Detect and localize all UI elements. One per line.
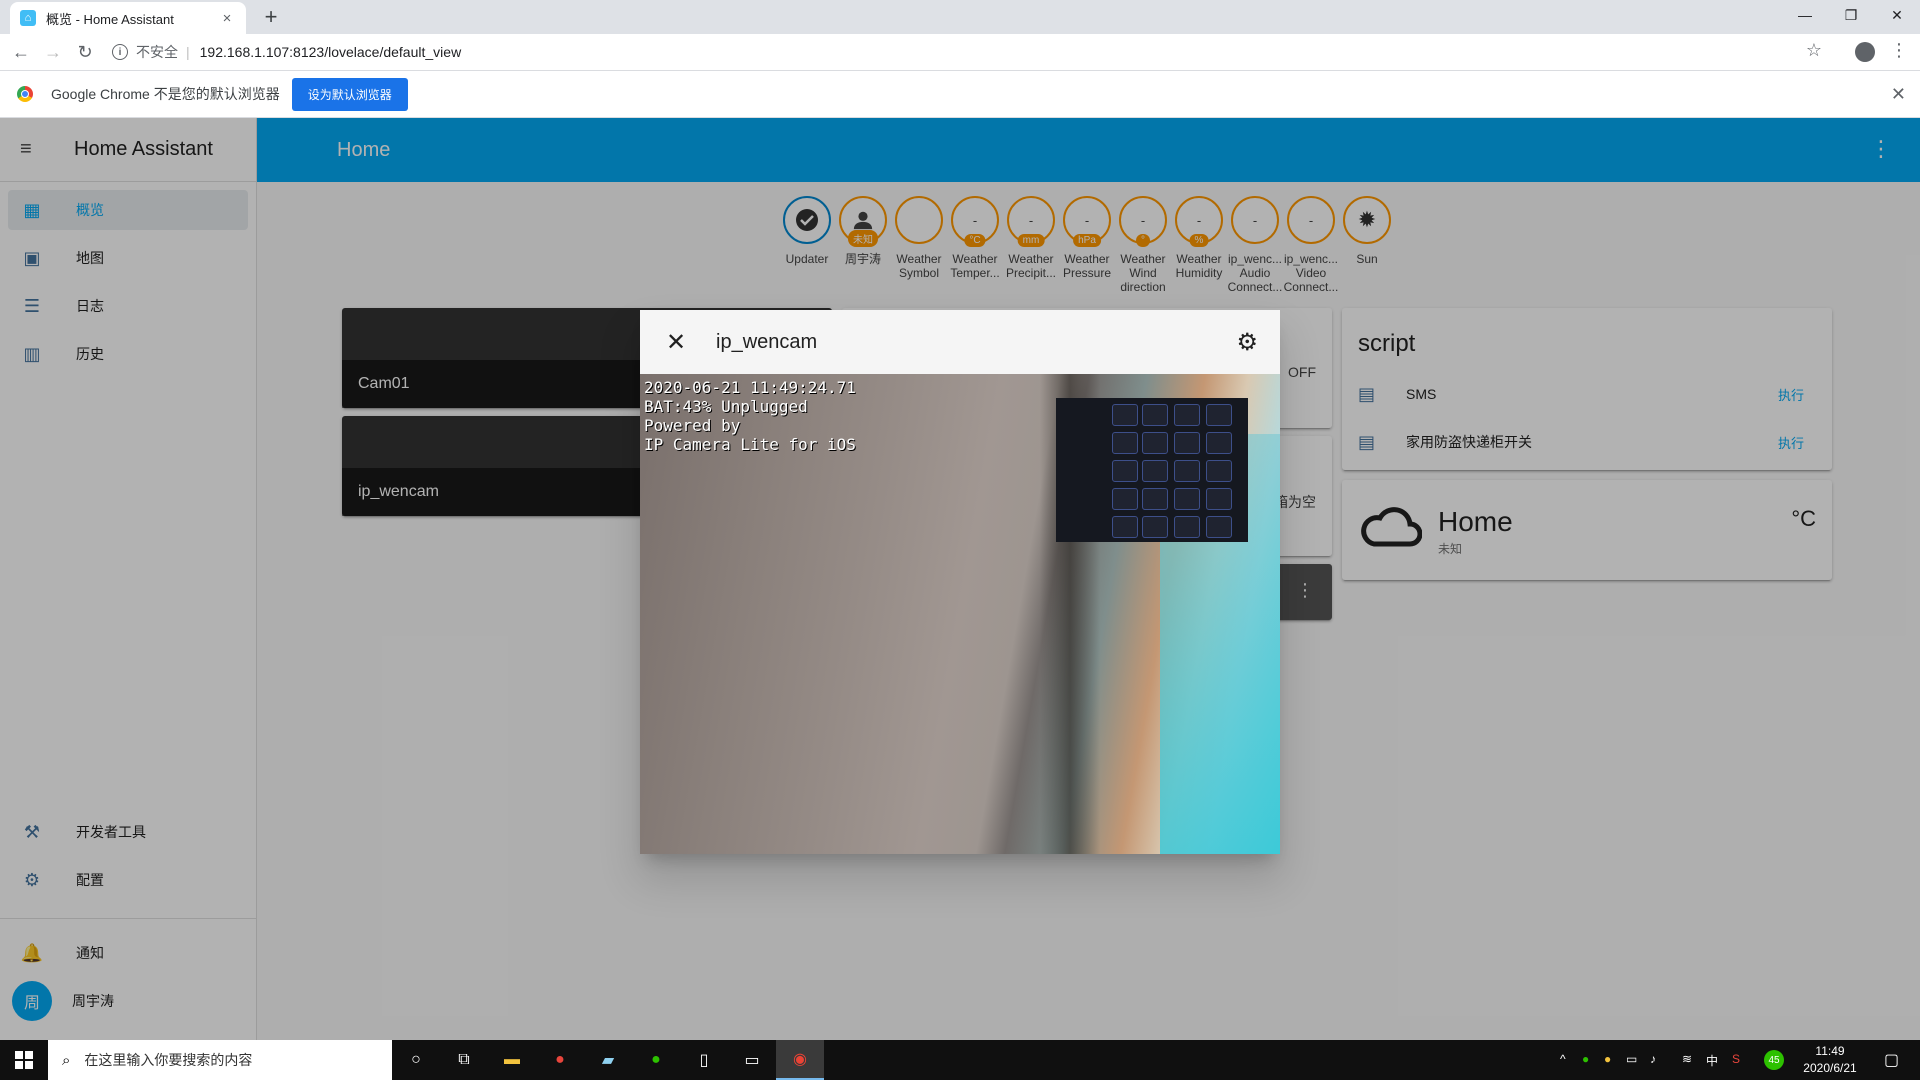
taskbar-search-box[interactable]: ⌕ 在这里输入你要搜索的内容	[48, 1040, 392, 1080]
notepad-app-icon[interactable]: ▰	[584, 1040, 632, 1080]
profile-avatar-icon[interactable]	[1855, 42, 1875, 62]
chrome-logo-icon	[17, 86, 33, 102]
insecure-label: 不安全	[136, 44, 178, 60]
tab-close-icon[interactable]: ×	[218, 10, 236, 27]
close-icon[interactable]: ✕	[664, 328, 688, 357]
close-window-button[interactable]: ✕	[1874, 0, 1920, 30]
osd-app-name: IP Camera Lite for iOS	[644, 435, 856, 454]
camera-osd-text: 2020-06-21 11:49:24.71 BAT:43% Unplugged P…	[644, 378, 856, 454]
action-center-icon[interactable]: ▢	[1884, 1050, 1899, 1070]
clock-date: 2020/6/21	[1803, 1061, 1857, 1075]
infobar-close-icon[interactable]: ✕	[1891, 84, 1906, 105]
back-icon[interactable]: ←	[8, 39, 34, 65]
address-separator: |	[186, 44, 190, 60]
browser-tab[interactable]: ⌂ 概览 - Home Assistant ×	[10, 2, 246, 34]
windows-logo-icon	[15, 1051, 33, 1069]
windows-taskbar: ⌕ 在这里输入你要搜索的内容 ○ ⧉ ▬ ● ▰ ● ▯ ▭ ◉ ^ ● ● ▭…	[0, 1040, 1920, 1080]
new-tab-button[interactable]: +	[258, 4, 284, 30]
network-icon[interactable]: ≋	[1682, 1052, 1692, 1066]
input-method-indicator[interactable]: 中	[1706, 1052, 1718, 1069]
browser-tab-strip: ⌂ 概览 - Home Assistant × + — ❐ ✕	[0, 0, 1920, 34]
file-explorer-icon[interactable]: ▬	[488, 1040, 536, 1080]
restore-window-button[interactable]: ❐	[1828, 0, 1874, 30]
osd-battery: BAT:43% Unplugged	[644, 397, 808, 416]
reload-icon[interactable]: ↻	[72, 39, 98, 65]
clock-time: 11:49	[1815, 1044, 1845, 1058]
osd-timestamp: 2020-06-21 11:49:24.71	[644, 378, 856, 397]
volume-icon[interactable]: ♪	[1650, 1052, 1656, 1066]
home-assistant-favicon-icon: ⌂	[20, 10, 36, 26]
address-bar[interactable]: i 不安全 | 192.168.1.107:8123/lovelace/defa…	[112, 37, 1822, 67]
system-clock[interactable]: 11:49 2020/6/21	[1790, 1043, 1870, 1077]
wechat-tray-icon[interactable]: ●	[1582, 1052, 1589, 1066]
settings-gear-icon[interactable]: ⚙	[1236, 328, 1258, 357]
camera-stream-image: 2020-06-21 11:49:24.71 BAT:43% Unplugged P…	[640, 374, 1280, 854]
browser-menu-icon[interactable]: ⋮	[1890, 40, 1908, 61]
search-placeholder: 在这里输入你要搜索的内容	[84, 1052, 253, 1068]
terminal-icon[interactable]: ▭	[728, 1040, 776, 1080]
infobar-message: Google Chrome 不是您的默认浏览器	[51, 86, 280, 102]
url-text[interactable]: 192.168.1.107:8123/lovelace/default_view	[200, 44, 462, 60]
tab-title: 概览 - Home Assistant	[46, 11, 174, 27]
cortana-icon[interactable]: ○	[392, 1040, 440, 1080]
search-icon: ⌕	[62, 1051, 71, 1069]
document-icon[interactable]: ▯	[680, 1040, 728, 1080]
dialog-header: ✕ ip_wencam ⚙	[640, 310, 1280, 374]
camera-inset-thumbnail	[1056, 398, 1248, 542]
windows-start-button[interactable]	[0, 1040, 48, 1080]
set-default-browser-button[interactable]: 设为默认浏览器	[291, 77, 408, 111]
wechat-icon[interactable]: ●	[632, 1040, 680, 1080]
minimize-window-button[interactable]: —	[1782, 0, 1828, 30]
sogou-input-icon[interactable]: S	[1732, 1052, 1740, 1066]
bookmark-star-icon[interactable]: ☆	[1806, 40, 1822, 61]
dialog-title: ip_wencam	[716, 330, 818, 353]
chrome-taskbar-icon[interactable]: ◉	[776, 1040, 824, 1080]
color-app-icon[interactable]: ●	[536, 1040, 584, 1080]
task-view-icon[interactable]: ⧉	[440, 1040, 488, 1080]
battery-icon[interactable]: ▭	[1626, 1052, 1637, 1066]
app-tray-icon[interactable]: ●	[1604, 1052, 1611, 1066]
osd-powered-by: Powered by	[644, 416, 741, 435]
show-hidden-icons-icon[interactable]: ^	[1560, 1052, 1566, 1066]
camera-more-info-dialog: ✕ ip_wencam ⚙ 2020-06-21 11:49:24.71 BAT:…	[640, 310, 1280, 854]
default-browser-infobar: Google Chrome 不是您的默认浏览器 设为默认浏览器 ✕	[0, 70, 1920, 118]
forward-icon[interactable]: →	[40, 39, 66, 65]
site-info-icon[interactable]: i	[112, 44, 128, 60]
notification-count-badge[interactable]: 45	[1764, 1050, 1784, 1070]
browser-toolbar: ← → ↻ i 不安全 | 192.168.1.107:8123/lovelac…	[0, 34, 1920, 70]
